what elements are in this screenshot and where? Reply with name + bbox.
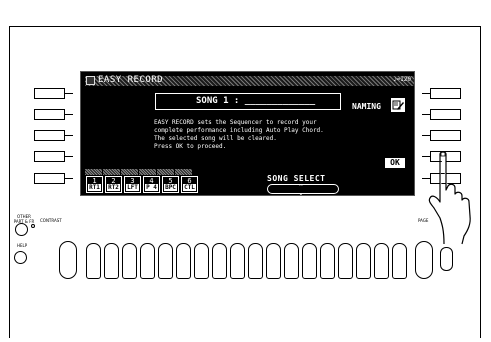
left-side-button-4[interactable] [34, 151, 73, 162]
part-tab [85, 169, 102, 175]
part-button-4[interactable]: 4 P 4 [143, 176, 160, 193]
song-name-box: SONG 1 : _____________ [155, 93, 341, 110]
panel-button-11[interactable] [266, 243, 281, 279]
message-line: EASY RECORD sets the Sequencer to record… [154, 119, 317, 126]
panel-button-9[interactable] [230, 243, 245, 279]
panel-button-16[interactable] [356, 243, 371, 279]
other-part-knob[interactable] [15, 223, 28, 236]
panel-button-13[interactable] [302, 243, 317, 279]
tempo-readout: ♩=120 [392, 76, 411, 83]
page-knob[interactable] [440, 247, 453, 271]
left-side-button-1[interactable] [34, 88, 73, 99]
page-dial[interactable] [415, 241, 433, 279]
help-button[interactable] [14, 251, 27, 264]
part-label: RT2 [107, 184, 120, 191]
naming-label: NAMING [352, 102, 381, 111]
ok-button[interactable]: OK [385, 158, 405, 168]
help-label: HELP [17, 243, 28, 248]
left-side-button-2[interactable] [34, 109, 73, 120]
part-tab [121, 169, 138, 175]
contrast-label: CONTRAST [40, 218, 62, 223]
part-button-3[interactable]: 3 LFT [124, 176, 141, 193]
part-label: CTL [183, 184, 196, 191]
part-button-1[interactable]: 1 RT1 [86, 176, 103, 193]
panel-button-14[interactable] [320, 243, 335, 279]
panel-button-15[interactable] [338, 243, 353, 279]
pencil-icon[interactable] [391, 98, 405, 112]
right-side-button-2[interactable] [422, 109, 461, 120]
part-tab [139, 169, 156, 175]
song-select-label: SONG SELECT [267, 174, 326, 183]
panel-button-18[interactable] [392, 243, 407, 279]
panel-button-8[interactable] [212, 243, 227, 279]
title-bar: EASY RECORD ♩=120 [85, 75, 414, 86]
part-tab [157, 169, 174, 175]
panel-button-3[interactable] [122, 243, 137, 279]
part-label: LFT [126, 184, 139, 191]
screen-title: EASY RECORD [98, 75, 164, 85]
contrast-dial[interactable] [59, 241, 77, 279]
panel-button-10[interactable] [248, 243, 263, 279]
part-tabs [85, 169, 195, 175]
message-line: The selected song will be cleared. [154, 135, 277, 142]
part-buttons: 1 RT1 2 RT2 3 LFT 4 P 4 5 BPC 6 CTL [86, 176, 198, 193]
message-line: complete performance including Auto Play… [154, 127, 324, 134]
part-label: P 4 [145, 184, 158, 191]
panel-button-7[interactable] [194, 243, 209, 279]
panel-button-4[interactable] [140, 243, 155, 279]
left-side-button-5[interactable] [34, 173, 73, 184]
right-side-button-3[interactable] [422, 130, 461, 141]
part-label: RT1 [88, 184, 101, 191]
part-tab [103, 169, 120, 175]
panel-button-12[interactable] [284, 243, 299, 279]
panel-button-6[interactable] [176, 243, 191, 279]
right-side-button-1[interactable] [422, 88, 461, 99]
part-button-6[interactable]: 6 CTL [181, 176, 198, 193]
part-tab [175, 169, 192, 175]
panel-button-17[interactable] [374, 243, 389, 279]
pointing-hand-icon [428, 151, 471, 245]
part-button-2[interactable]: 2 RT2 [105, 176, 122, 193]
song-select-dial[interactable]: ⌃ ⌄ [267, 183, 339, 197]
record-icon [86, 76, 95, 85]
panel-button-2[interactable] [104, 243, 119, 279]
lcd-display: EASY RECORD ♩=120 SONG 1 : _____________… [80, 71, 415, 197]
message-text: EASY RECORD sets the Sequencer to record… [154, 119, 324, 151]
panel-button-1[interactable] [86, 243, 101, 279]
part-label: BPC [164, 184, 177, 191]
up-down-chevron-icon: ⌃ ⌄ [298, 183, 304, 197]
left-side-button-3[interactable] [34, 130, 73, 141]
indicator-led [31, 224, 35, 228]
panel-button-5[interactable] [158, 243, 173, 279]
part-button-5[interactable]: 5 BPC [162, 176, 179, 193]
song-name: SONG 1 : _____________ [196, 96, 316, 106]
message-line: Press OK to proceed. [154, 143, 227, 150]
